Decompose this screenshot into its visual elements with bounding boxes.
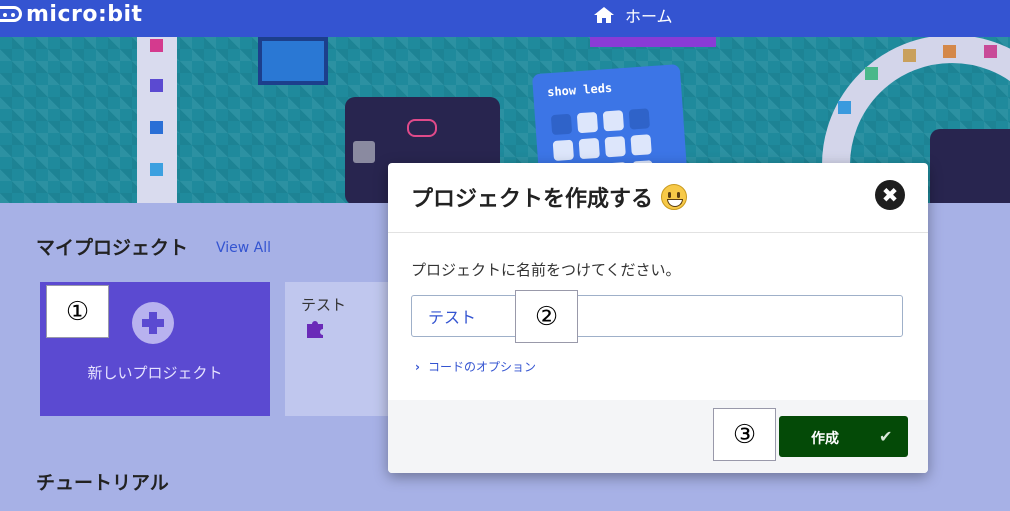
my-projects-title: マイプロジェクト — [36, 237, 189, 259]
dialog-divider — [388, 232, 928, 233]
annotation-marker-2: ② — [515, 290, 578, 343]
annotation-marker-3: ③ — [713, 408, 776, 461]
chevron-right-icon: › — [415, 359, 420, 374]
servo-device — [258, 37, 328, 85]
led — [576, 111, 599, 134]
checkmark-icon: ✔ — [879, 427, 893, 446]
create-project-dialog: プロジェクトを作成する ✖ プロジェクトに名前をつけてください。 › コードのオ… — [388, 163, 928, 473]
ring-square — [903, 49, 916, 62]
microbit-board-right — [930, 129, 1010, 203]
home-icon — [594, 7, 614, 23]
close-button[interactable]: ✖ — [875, 180, 905, 210]
banner-strip — [137, 37, 177, 203]
home-label: ホーム — [625, 7, 673, 26]
ring-square — [943, 45, 956, 58]
led — [602, 110, 625, 132]
code-options-label: コードのオプション — [427, 360, 536, 374]
banner-square — [150, 79, 163, 92]
plus-icon — [132, 302, 174, 344]
new-project-label: 新しいプロジェクト — [87, 364, 223, 382]
dialog-prompt: プロジェクトに名前をつけてください。 — [411, 261, 681, 279]
puzzle-icon — [307, 321, 323, 338]
dialog-title-text: プロジェクトを作成する — [411, 187, 654, 212]
project-card-label: テスト — [301, 296, 347, 314]
create-button[interactable]: 作成 ✔ — [779, 416, 908, 457]
microbit-logo-icon — [0, 6, 22, 22]
smile-emoji-icon — [661, 184, 688, 210]
view-all-link[interactable]: View All — [216, 240, 271, 256]
led — [628, 108, 650, 130]
ring-square — [865, 67, 878, 80]
logo-text: micro:bit — [26, 1, 143, 27]
led — [604, 136, 626, 158]
led — [630, 134, 652, 156]
purple-block — [590, 37, 716, 47]
project-name-input[interactable] — [411, 295, 903, 337]
led — [550, 113, 573, 136]
led — [552, 139, 574, 162]
microbit-logo[interactable]: micro:bit — [0, 0, 143, 28]
board-button-a — [353, 141, 375, 163]
ring-square — [838, 101, 851, 114]
ring-square — [984, 45, 997, 58]
top-navbar: micro:bit ホーム — [0, 0, 1010, 37]
led — [578, 137, 600, 160]
project-card-test[interactable]: テスト — [285, 282, 395, 416]
banner-square — [150, 163, 163, 176]
tutorials-title: チュートリアル — [36, 472, 169, 494]
annotation-marker-1: ① — [46, 285, 109, 338]
board-logo — [407, 119, 437, 137]
code-options-toggle[interactable]: › コードのオプション — [415, 358, 536, 375]
dialog-title: プロジェクトを作成する — [411, 181, 688, 213]
banner-square — [150, 39, 163, 52]
show-leds-label: show leds — [546, 80, 613, 100]
home-link[interactable]: ホーム — [593, 3, 673, 27]
banner-square — [150, 121, 163, 134]
create-button-label: 作成 — [811, 431, 839, 447]
